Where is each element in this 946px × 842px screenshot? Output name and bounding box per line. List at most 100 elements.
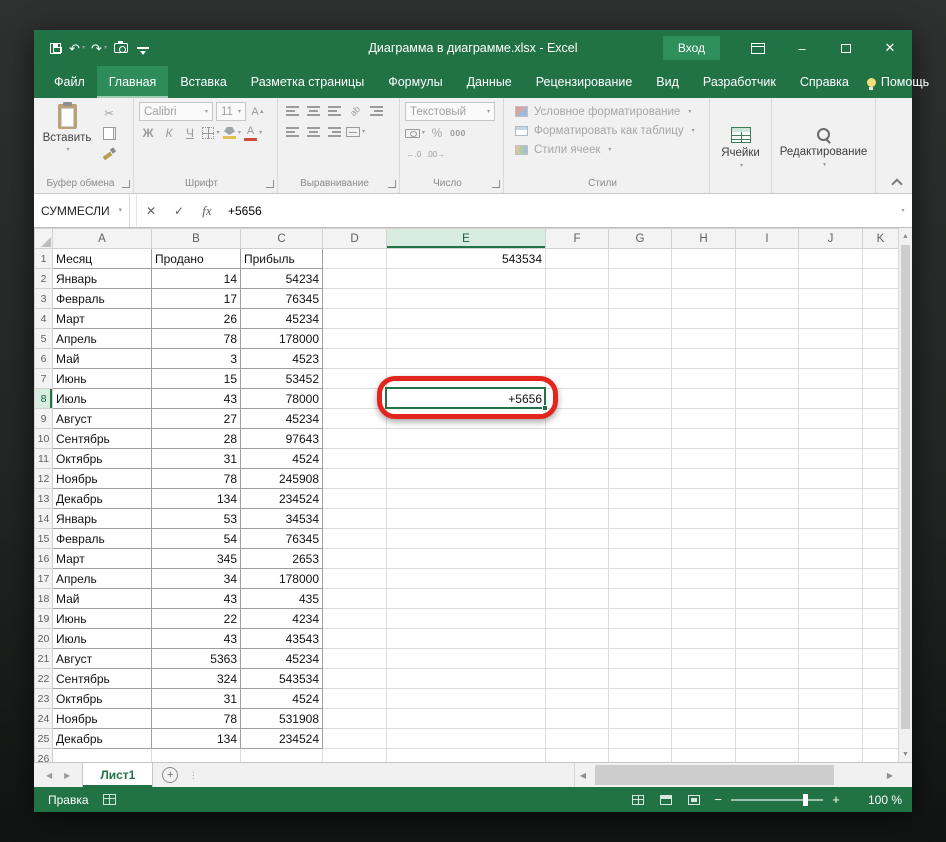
minimize-button[interactable]: – — [780, 30, 824, 66]
cell-D4[interactable] — [322, 308, 387, 329]
row-header-17[interactable]: 17 — [34, 568, 53, 589]
cell-G13[interactable] — [608, 488, 672, 509]
increase-font-button[interactable]: А ▲ — [249, 103, 267, 121]
cell-B22[interactable]: 324 — [151, 668, 241, 689]
cell-B26[interactable] — [151, 748, 241, 762]
cell-F21[interactable] — [545, 648, 609, 669]
cell-B13[interactable]: 134 — [151, 488, 241, 509]
cell-A17[interactable]: Апрель — [52, 568, 152, 589]
wrap-text-button[interactable] — [367, 102, 385, 120]
cell-C25[interactable]: 234524 — [240, 728, 323, 749]
row-header-7[interactable]: 7 — [34, 368, 53, 389]
cell-B2[interactable]: 14 — [151, 268, 241, 289]
cell-K9[interactable] — [862, 408, 899, 429]
cell-E8[interactable]: +5656 — [386, 388, 546, 409]
maximize-button[interactable] — [824, 30, 868, 66]
cell-A4[interactable]: Март — [52, 308, 152, 329]
cell-C3[interactable]: 76345 — [240, 288, 323, 309]
cell-G21[interactable] — [608, 648, 672, 669]
cell-I26[interactable] — [735, 748, 799, 762]
cell-J1[interactable] — [798, 248, 863, 269]
cell-F26[interactable] — [545, 748, 609, 762]
camera-button[interactable] — [110, 34, 132, 62]
cancel-button[interactable]: ✕ — [137, 194, 165, 227]
cell-D14[interactable] — [322, 508, 387, 529]
cell-K23[interactable] — [862, 688, 899, 709]
cell-J20[interactable] — [798, 628, 863, 649]
cell-F9[interactable] — [545, 408, 609, 429]
cell-C5[interactable]: 178000 — [240, 328, 323, 349]
cell-A5[interactable]: Апрель — [52, 328, 152, 349]
cell-G20[interactable] — [608, 628, 672, 649]
cell-J13[interactable] — [798, 488, 863, 509]
cell-B1[interactable]: Продано — [151, 248, 241, 269]
formula-bar-splitter[interactable] — [130, 194, 137, 227]
cell-I4[interactable] — [735, 308, 799, 329]
cell-A25[interactable]: Декабрь — [52, 728, 152, 749]
row-header-19[interactable]: 19 — [34, 608, 53, 629]
page-break-view-button[interactable] — [680, 787, 708, 812]
align-right-button[interactable] — [325, 123, 343, 141]
horizontal-scrollbar[interactable]: ◀ ▶ — [574, 763, 898, 787]
scroll-left-button[interactable]: ◀ — [575, 763, 591, 787]
close-button[interactable]: ✕ — [868, 30, 912, 66]
conditional-formatting-button[interactable]: Условное форматирование ▾ — [509, 102, 704, 121]
cell-D15[interactable] — [322, 528, 387, 549]
cell-H24[interactable] — [671, 708, 736, 729]
cell-B16[interactable]: 345 — [151, 548, 241, 569]
merge-center-button[interactable]: ▾ — [346, 123, 365, 141]
cell-F24[interactable] — [545, 708, 609, 729]
cell-G5[interactable] — [608, 328, 672, 349]
cell-J4[interactable] — [798, 308, 863, 329]
cell-D18[interactable] — [322, 588, 387, 609]
cell-J6[interactable] — [798, 348, 863, 369]
cell-C7[interactable]: 53452 — [240, 368, 323, 389]
cell-J16[interactable] — [798, 548, 863, 569]
cell-I3[interactable] — [735, 288, 799, 309]
cell-J9[interactable] — [798, 408, 863, 429]
cell-A6[interactable]: Май — [52, 348, 152, 369]
name-box[interactable]: СУММЕСЛИ ▾ — [34, 194, 130, 227]
clipboard-dialog-launcher[interactable] — [122, 180, 130, 188]
cell-C8[interactable]: 78000 — [240, 388, 323, 409]
normal-view-button[interactable] — [624, 787, 652, 812]
cell-A22[interactable]: Сентябрь — [52, 668, 152, 689]
cell-I11[interactable] — [735, 448, 799, 469]
cell-H6[interactable] — [671, 348, 736, 369]
cell-C9[interactable]: 45234 — [240, 408, 323, 429]
cell-C26[interactable] — [240, 748, 323, 762]
cell-D9[interactable] — [322, 408, 387, 429]
column-header-B[interactable]: B — [151, 228, 241, 249]
cell-C23[interactable]: 4524 — [240, 688, 323, 709]
cell-E1[interactable]: 543534 — [386, 248, 546, 269]
cell-D13[interactable] — [322, 488, 387, 509]
cells-button[interactable]: Ячейки ▾ — [715, 102, 766, 193]
cell-C18[interactable]: 435 — [240, 588, 323, 609]
row-header-14[interactable]: 14 — [34, 508, 53, 529]
cell-K13[interactable] — [862, 488, 899, 509]
cell-A20[interactable]: Июль — [52, 628, 152, 649]
formula-bar-expand-button[interactable]: ▾ — [892, 194, 912, 227]
qat-customize-button[interactable] — [132, 34, 154, 62]
cell-J5[interactable] — [798, 328, 863, 349]
cell-F1[interactable] — [545, 248, 609, 269]
macro-record-button[interactable] — [102, 794, 116, 805]
cell-E21[interactable] — [386, 648, 546, 669]
cell-E24[interactable] — [386, 708, 546, 729]
cell-K16[interactable] — [862, 548, 899, 569]
cell-F12[interactable] — [545, 468, 609, 489]
decrease-decimal-button[interactable]: .00→ — [426, 145, 445, 163]
tab-view[interactable]: Вид — [644, 66, 691, 98]
cell-G18[interactable] — [608, 588, 672, 609]
font-dialog-launcher[interactable] — [266, 180, 274, 188]
cell-B20[interactable]: 43 — [151, 628, 241, 649]
cell-H4[interactable] — [671, 308, 736, 329]
row-header-15[interactable]: 15 — [34, 528, 53, 549]
alignment-dialog-launcher[interactable] — [388, 180, 396, 188]
row-header-11[interactable]: 11 — [34, 448, 53, 469]
sheet-nav-right-button[interactable]: ▶ — [64, 771, 70, 780]
cell-E15[interactable] — [386, 528, 546, 549]
cell-J10[interactable] — [798, 428, 863, 449]
font-size-combo[interactable]: 11 ▾ — [216, 102, 246, 121]
cell-J24[interactable] — [798, 708, 863, 729]
